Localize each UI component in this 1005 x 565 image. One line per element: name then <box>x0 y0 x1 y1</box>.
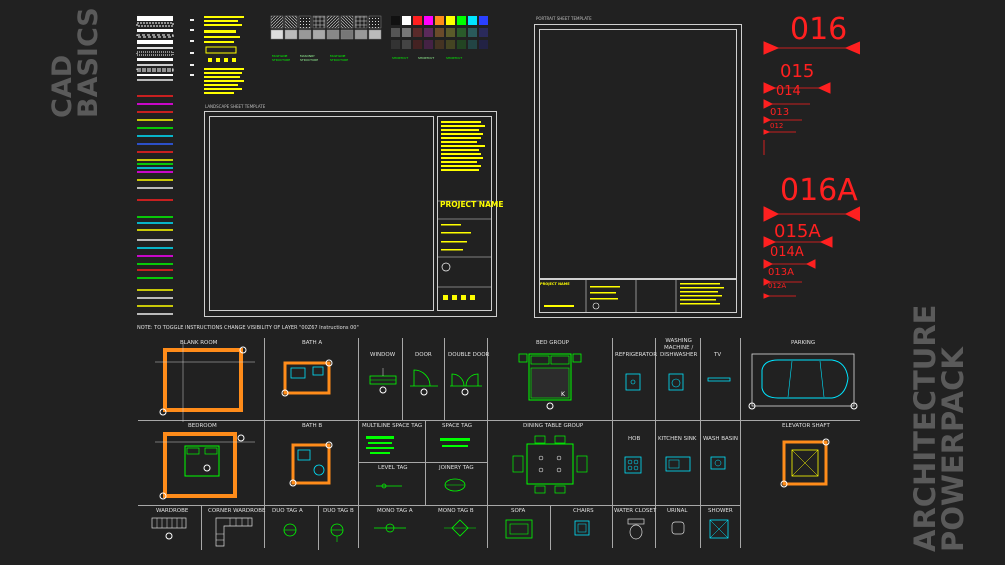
linetype-colored-lines <box>137 95 173 315</box>
label-joinery-tag: JOINERY TAG <box>439 465 474 471</box>
chairs-block[interactable] <box>570 516 598 544</box>
label-double-door: DOUBLE DOOR <box>448 352 490 358</box>
parking-block[interactable] <box>748 348 860 413</box>
bed-group-block[interactable]: K <box>505 348 595 413</box>
label-sofa: SOFA <box>511 508 526 514</box>
level-marker-013a: 013A <box>768 267 794 278</box>
level-marker-015a: 015A <box>774 221 821 242</box>
level-marker-012a: 012A <box>768 282 787 290</box>
refrigerator-block[interactable] <box>622 370 646 398</box>
label-chairs: CHAIRS <box>573 508 594 514</box>
landscape-sheet <box>204 111 497 317</box>
level-marker-014: 014 <box>776 84 801 99</box>
space-tag-block[interactable] <box>436 432 476 458</box>
label-bath-b: BATH B <box>302 423 323 429</box>
bath-b-block[interactable] <box>285 440 345 490</box>
portrait-sheet <box>534 24 742 318</box>
elevator-shaft-block[interactable] <box>778 436 838 491</box>
architecture-powerpack-title: ARCHITECTURE POWERPACK <box>908 304 970 552</box>
label-door: DOOR <box>415 352 432 358</box>
label-tv: TV <box>714 352 722 358</box>
double-door-block[interactable] <box>448 362 484 402</box>
label-shower: SHOWER <box>708 508 733 514</box>
multiline-space-tag-block[interactable] <box>362 432 402 458</box>
label-space-tag: SPACE TAG <box>442 423 473 429</box>
label-elevator-shaft: ELEVATOR SHAFT <box>782 423 830 429</box>
door-block[interactable] <box>408 362 442 402</box>
hatch-label-mid: MASONRY STRUCTURE <box>300 54 319 62</box>
label-parking: PARKING <box>791 340 816 346</box>
color-label-b: SHORTCUT <box>418 56 435 60</box>
water-closet-block[interactable] <box>624 516 652 544</box>
label-refrigerator: REFRIGERATOR <box>615 352 658 358</box>
landscape-drawing-area <box>209 116 434 311</box>
label-mono-tag-b: MONO TAG B <box>438 508 474 514</box>
label-washing-machine: WASHING MACHINE / DISHWASHER <box>660 338 698 358</box>
mono-tag-a-block[interactable] <box>370 518 410 542</box>
wardrobe-block[interactable] <box>148 514 192 544</box>
level-marker-015: 015 <box>780 61 815 82</box>
color-label-a: SHORTCUT <box>392 56 409 60</box>
label-mono-tag-a: MONO TAG A <box>377 508 413 514</box>
portrait-project-name: PROJECT NAME <box>540 282 570 286</box>
window-block[interactable] <box>366 362 400 402</box>
label-window: WINDOW <box>370 352 396 358</box>
level-marker-014a: 014A <box>770 245 804 260</box>
urinal-block[interactable] <box>668 518 690 542</box>
duo-tag-a-block[interactable] <box>275 518 305 544</box>
label-hob: HOB <box>628 436 641 442</box>
dining-table-block[interactable] <box>505 434 595 496</box>
level-markers-group-1 <box>763 41 860 155</box>
mono-tag-b-block[interactable] <box>440 516 480 542</box>
label-duo-tag-b: DUO TAG B <box>323 508 354 514</box>
blank-room-crosslines <box>155 342 255 422</box>
linetype-black-white-patterns <box>136 16 194 81</box>
instructions-note: NOTE: TO TOGGLE INSTRUCTIONS CHANGE VISI… <box>137 325 359 331</box>
label-dining-table-group: DINING TABLE GROUP <box>523 423 584 429</box>
landscape-title-block <box>437 116 492 311</box>
joinery-tag-block[interactable] <box>440 474 470 496</box>
label-duo-tag-a: DUO TAG A <box>272 508 303 514</box>
label-water-closet: WATER CLOSET <box>614 508 657 514</box>
portrait-sheet-label: PORTRAIT SHEET TEMPLATE <box>536 16 592 21</box>
label-multiline-space-tag: MULTILINE SPACE TAG <box>362 423 423 429</box>
hatch-label-right: MULTILINE STRUCTURE <box>330 54 349 62</box>
corner-wardrobe-block[interactable] <box>206 514 256 548</box>
level-marker-016: 016 <box>790 12 848 47</box>
cad-basics-title: CAD BASICS <box>47 7 104 118</box>
level-marker-013: 013 <box>770 107 790 118</box>
portrait-drawing-area <box>539 29 737 279</box>
washing-machine-block[interactable] <box>665 370 689 398</box>
level-tag-block[interactable] <box>372 476 406 496</box>
label-wash-basin: WASH BASIN <box>703 436 739 442</box>
bath-a-block[interactable] <box>275 355 345 405</box>
level-marker-012: 012 <box>770 122 784 130</box>
linetype-samples <box>136 16 194 315</box>
hatch-patterns <box>270 15 382 51</box>
color-label-c: SHORTCUT <box>446 56 463 60</box>
text-styles-block <box>204 16 244 94</box>
kitchen-sink-block[interactable] <box>664 454 694 476</box>
label-bed-group: BED GROUP <box>536 340 569 346</box>
label-bath-a: BATH A <box>302 340 323 346</box>
landscape-project-name: PROJECT NAME <box>440 200 504 209</box>
level-marker-016a: 016A <box>780 173 858 208</box>
hob-block[interactable] <box>622 454 646 478</box>
label-kitchen-sink: KITCHEN SINK <box>658 436 697 442</box>
bedroom-furniture <box>155 434 255 500</box>
color-swatch-grid <box>390 15 500 53</box>
shower-block[interactable] <box>706 516 734 544</box>
tv-block[interactable] <box>705 372 735 392</box>
duo-tag-b-block[interactable] <box>322 518 352 544</box>
landscape-sheet-label: LANDSCAPE SHEET TEMPLATE <box>205 104 266 109</box>
sofa-block[interactable] <box>502 516 538 544</box>
label-urinal: URINAL <box>667 508 688 514</box>
wash-basin-block[interactable] <box>708 454 730 476</box>
label-level-tag: LEVEL TAG <box>378 465 408 471</box>
hatch-label-left: MULTILINE STRUCTURE <box>272 54 291 62</box>
